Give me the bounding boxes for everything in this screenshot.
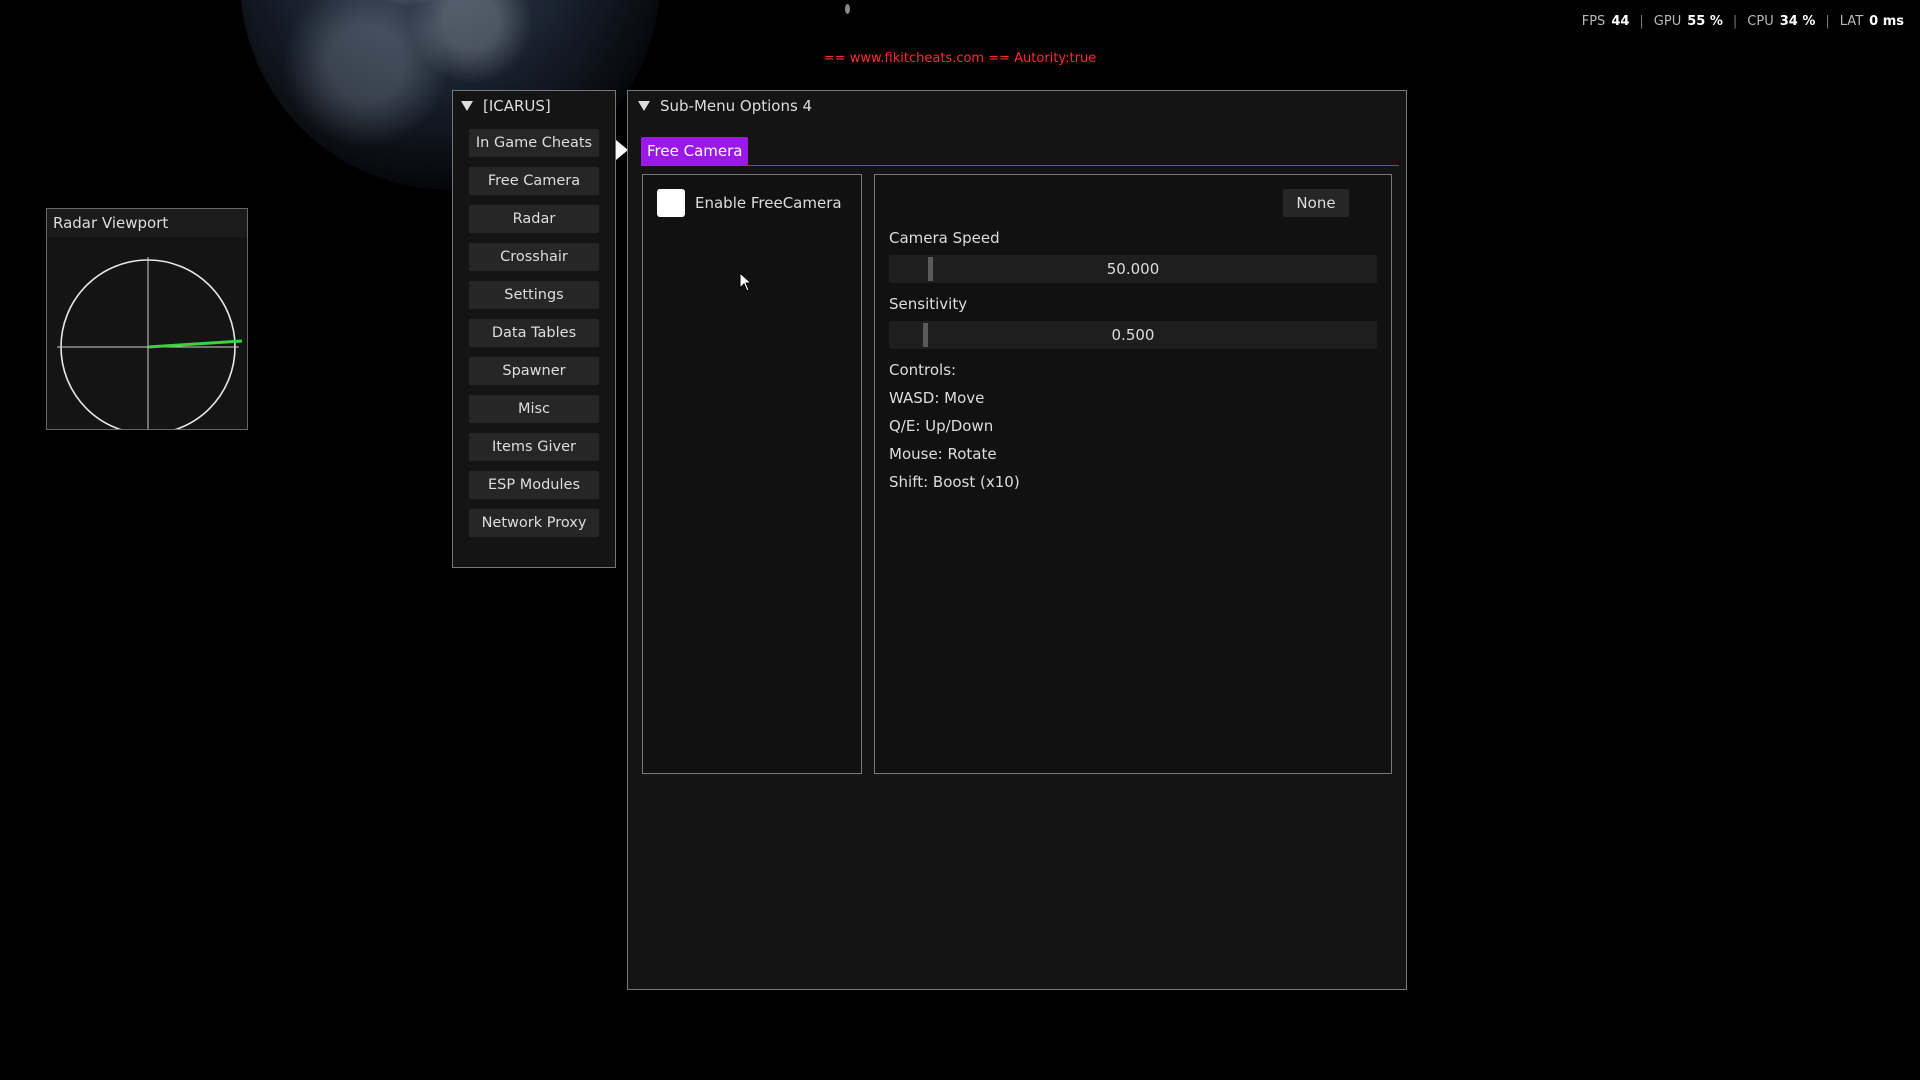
- lat-value: 0 ms: [1869, 14, 1904, 29]
- camera-speed-value: 50.000: [1106, 260, 1160, 278]
- submenu-window[interactable]: Sub-Menu Options 4 Free Camera Enable Fr…: [627, 90, 1407, 990]
- menu-item-spawner[interactable]: Spawner: [469, 357, 599, 385]
- gpu-value: 55 %: [1687, 14, 1723, 29]
- collapse-triangle-icon[interactable]: [461, 101, 473, 111]
- fps-value: 44: [1611, 14, 1630, 29]
- menu-item-radar[interactable]: Radar: [469, 205, 599, 233]
- fps-label: FPS: [1581, 14, 1606, 29]
- tab-free-camera[interactable]: Free Camera: [641, 137, 749, 165]
- main-menu-header[interactable]: [ICARUS]: [453, 91, 615, 121]
- mouse-cursor-icon: [739, 272, 753, 292]
- submenu-header[interactable]: Sub-Menu Options 4: [628, 91, 1406, 121]
- cpu-value: 34 %: [1779, 14, 1816, 29]
- keybind-button[interactable]: None: [1283, 189, 1349, 217]
- submenu-title: Sub-Menu Options 4: [660, 97, 813, 115]
- performance-overlay: FPS 44 | GPU 55 % | CPU 34 % | LAT 0 ms: [1582, 14, 1904, 29]
- menu-item-free-camera[interactable]: Free Camera: [469, 167, 599, 195]
- menu-item-esp-modules[interactable]: ESP Modules: [469, 471, 599, 499]
- sensitivity-label: Sensitivity: [889, 295, 968, 313]
- menu-item-in-game-cheats[interactable]: In Game Cheats: [469, 129, 599, 157]
- separator: |: [1825, 14, 1830, 29]
- main-menu-window[interactable]: [ICARUS] In Game Cheats Free Camera Rada…: [452, 90, 616, 568]
- separator: |: [1732, 14, 1738, 29]
- main-menu-list: In Game Cheats Free Camera Radar Crossha…: [453, 129, 615, 537]
- camera-speed-slider[interactable]: 50.000: [889, 255, 1377, 283]
- menu-item-data-tables[interactable]: Data Tables: [469, 319, 599, 347]
- watermark-text: == www.fikitcheats.com == Autority:true: [823, 51, 1097, 66]
- menu-item-crosshair[interactable]: Crosshair: [469, 243, 599, 271]
- controls-line-rotate: Mouse: Rotate: [889, 445, 997, 463]
- collapse-triangle-icon[interactable]: [638, 101, 650, 111]
- enable-freecamera-label[interactable]: Enable FreeCamera: [695, 194, 842, 212]
- radar-heading-line: [147, 339, 243, 349]
- menu-item-items-giver[interactable]: Items Giver: [469, 433, 599, 461]
- separator: |: [1639, 14, 1644, 29]
- menu-item-network-proxy[interactable]: Network Proxy: [469, 509, 599, 537]
- moon: [845, 4, 850, 14]
- cpu-label: CPU: [1747, 14, 1774, 29]
- menu-item-misc[interactable]: Misc: [469, 395, 599, 423]
- radar-canvas: [57, 257, 243, 429]
- radar-window[interactable]: Radar Viewport: [46, 208, 248, 430]
- menu-item-settings[interactable]: Settings: [469, 281, 599, 309]
- controls-line-updown: Q/E: Up/Down: [889, 417, 994, 435]
- enable-freecamera-checkbox[interactable]: [657, 189, 685, 217]
- sensitivity-value: 0.500: [1111, 326, 1155, 344]
- controls-line-move: WASD: Move: [889, 389, 985, 407]
- lat-label: LAT: [1839, 14, 1864, 29]
- main-menu-title: [ICARUS]: [483, 97, 551, 115]
- tab-bar: Free Camera: [641, 137, 1399, 166]
- gpu-label: GPU: [1653, 14, 1682, 29]
- options-left-pane: Enable FreeCamera: [642, 174, 862, 774]
- controls-line-boost: Shift: Boost (x10): [889, 473, 1020, 491]
- camera-speed-label: Camera Speed: [889, 229, 1000, 247]
- options-right-pane: None Camera Speed 50.000 Sensitivity 0.5…: [874, 174, 1392, 774]
- radar-title: Radar Viewport: [47, 209, 247, 237]
- controls-title: Controls:: [889, 361, 957, 379]
- sensitivity-slider[interactable]: 0.500: [889, 321, 1377, 349]
